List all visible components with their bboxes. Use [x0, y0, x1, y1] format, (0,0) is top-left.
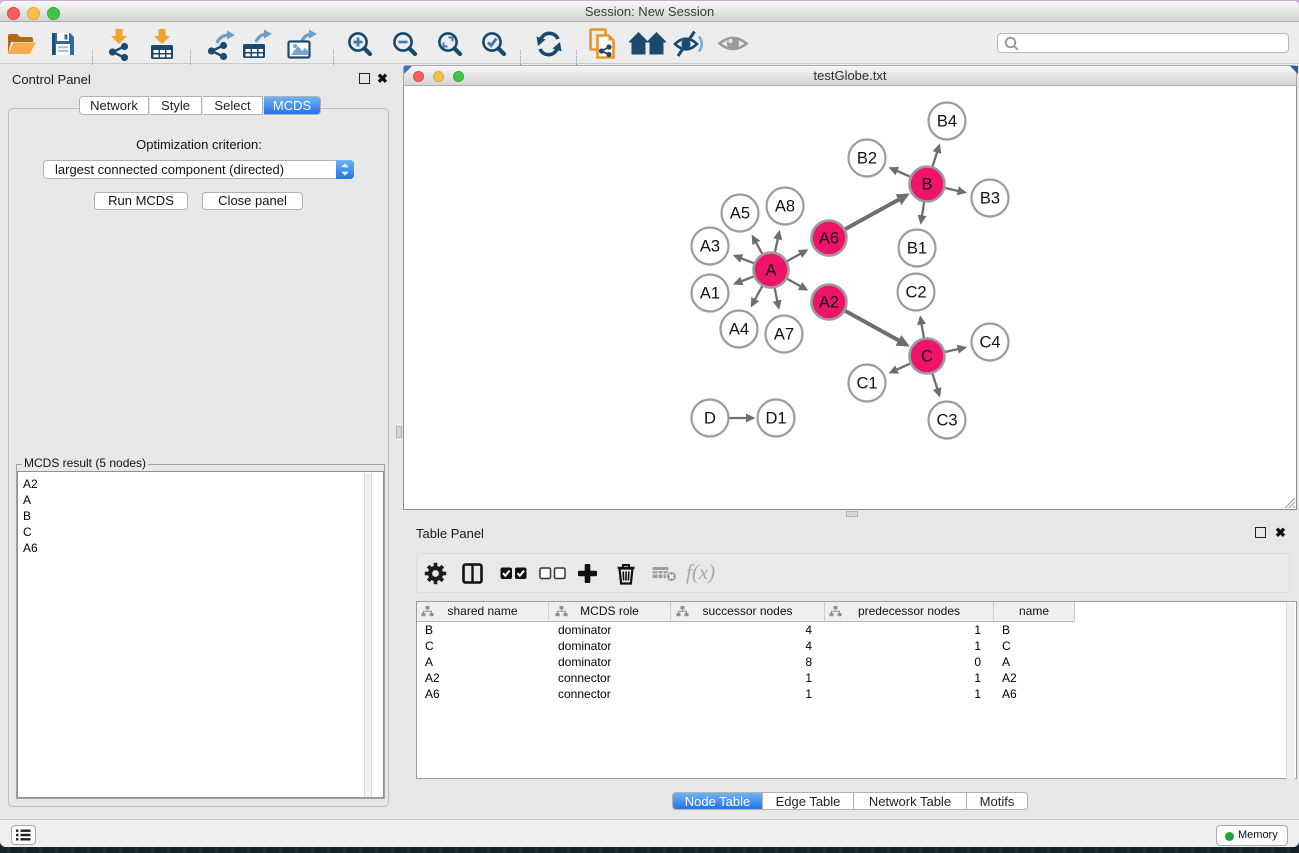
svg-text:A6: A6	[819, 230, 839, 248]
svg-text:A7: A7	[774, 326, 794, 344]
svg-text:C1: C1	[856, 375, 877, 393]
svg-text:D1: D1	[765, 410, 786, 428]
svg-text:C: C	[921, 348, 933, 366]
svg-text:A8: A8	[775, 198, 795, 216]
svg-text:A2: A2	[819, 294, 839, 312]
svg-text:C4: C4	[979, 334, 1000, 352]
svg-text:B2: B2	[857, 150, 877, 168]
svg-text:A4: A4	[729, 321, 749, 339]
svg-text:D: D	[704, 410, 716, 428]
svg-text:C2: C2	[905, 284, 926, 302]
svg-text:A1: A1	[700, 285, 720, 303]
svg-text:B4: B4	[937, 113, 957, 131]
svg-text:C3: C3	[936, 412, 957, 430]
svg-text:A: A	[765, 262, 776, 280]
svg-text:A3: A3	[700, 238, 720, 256]
svg-text:B: B	[921, 176, 932, 194]
svg-text:A5: A5	[730, 205, 750, 223]
svg-text:B1: B1	[907, 240, 927, 258]
svg-text:B3: B3	[980, 190, 1000, 208]
